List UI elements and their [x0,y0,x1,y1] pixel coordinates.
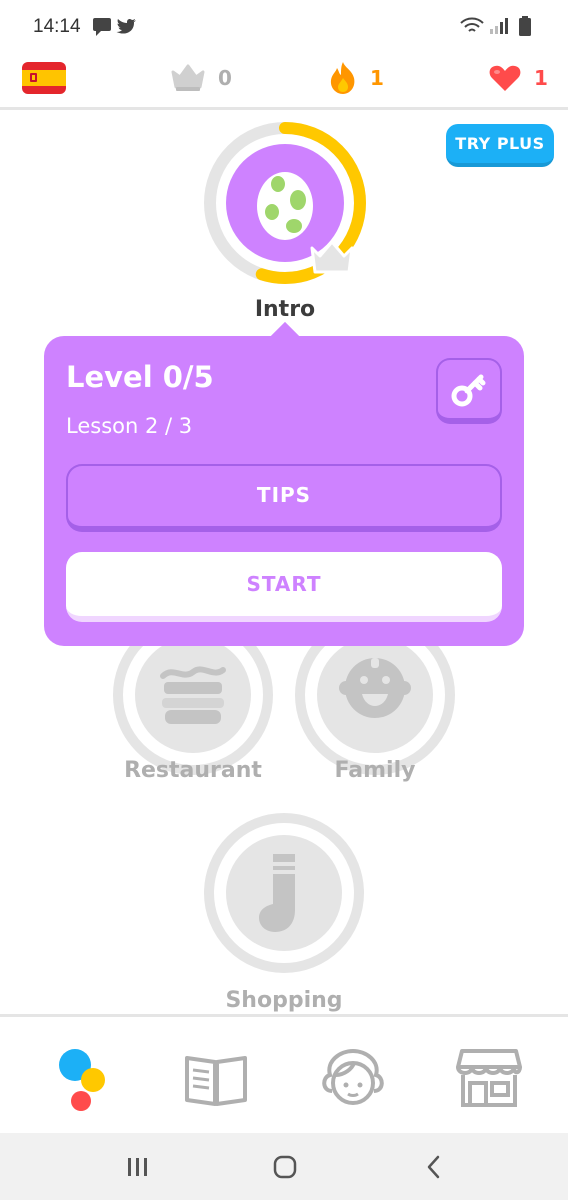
back-button[interactable] [414,1151,454,1183]
hearts-count: 1 [534,66,548,90]
battery-icon [519,16,531,36]
wifi-icon [460,17,484,32]
skill-family-label: Family [334,758,416,783]
status-time: 14:14 [33,16,81,37]
recent-apps-button[interactable] [118,1151,158,1183]
stories-icon [185,1056,247,1106]
stats-divider [0,107,568,110]
start-button[interactable]: START [66,552,502,622]
streak-count: 1 [370,66,384,90]
back-icon [427,1155,440,1179]
tips-button[interactable]: TIPS [66,464,502,532]
crowns-count: 0 [218,66,232,90]
profile-icon [322,1048,384,1105]
popup-lesson: Lesson 2 / 3 [66,414,193,438]
lesson-popup: Level 0/5 Lesson 2 / 3 TIPS START [44,336,524,646]
stats-bar: 0 1 1 [0,52,568,108]
message-icon [93,18,111,36]
status-notification-icons [92,15,138,41]
recent-apps-icon [128,1158,147,1176]
skill-intro[interactable] [202,120,368,286]
spanish-flag-icon[interactable] [22,62,66,94]
test-out-key-button[interactable] [436,358,502,424]
home-icon [273,1155,297,1179]
popup-level: Level 0/5 [66,360,214,394]
shop-icon [456,1049,522,1107]
crown-icon [171,64,205,91]
crowns-stat[interactable]: 0 [170,58,232,98]
key-icon [451,374,486,407]
learn-icon [59,1049,105,1111]
nav-learn[interactable] [36,1043,116,1113]
streak-stat[interactable]: 1 [328,58,384,98]
skill-intro-label: Intro [254,297,316,322]
android-nav-bar [0,1133,568,1200]
skill-shopping[interactable] [203,812,365,974]
signal-icon [490,18,508,34]
skill-shopping-label: Shopping [225,988,343,1013]
hearts-stat[interactable]: 1 [488,58,548,98]
heart-icon [489,65,521,91]
bottom-nav [0,1017,568,1133]
nav-stories[interactable] [176,1043,256,1113]
status-system-icons [458,14,538,42]
flame-icon [330,62,355,94]
egg-icon [257,172,313,240]
status-bar: 14:14 [0,0,568,52]
home-button[interactable] [265,1151,305,1183]
nav-profile[interactable] [313,1043,393,1113]
nav-shop[interactable] [449,1043,529,1113]
try-plus-button[interactable]: TRY PLUS [446,124,554,167]
twitter-icon [116,18,136,34]
